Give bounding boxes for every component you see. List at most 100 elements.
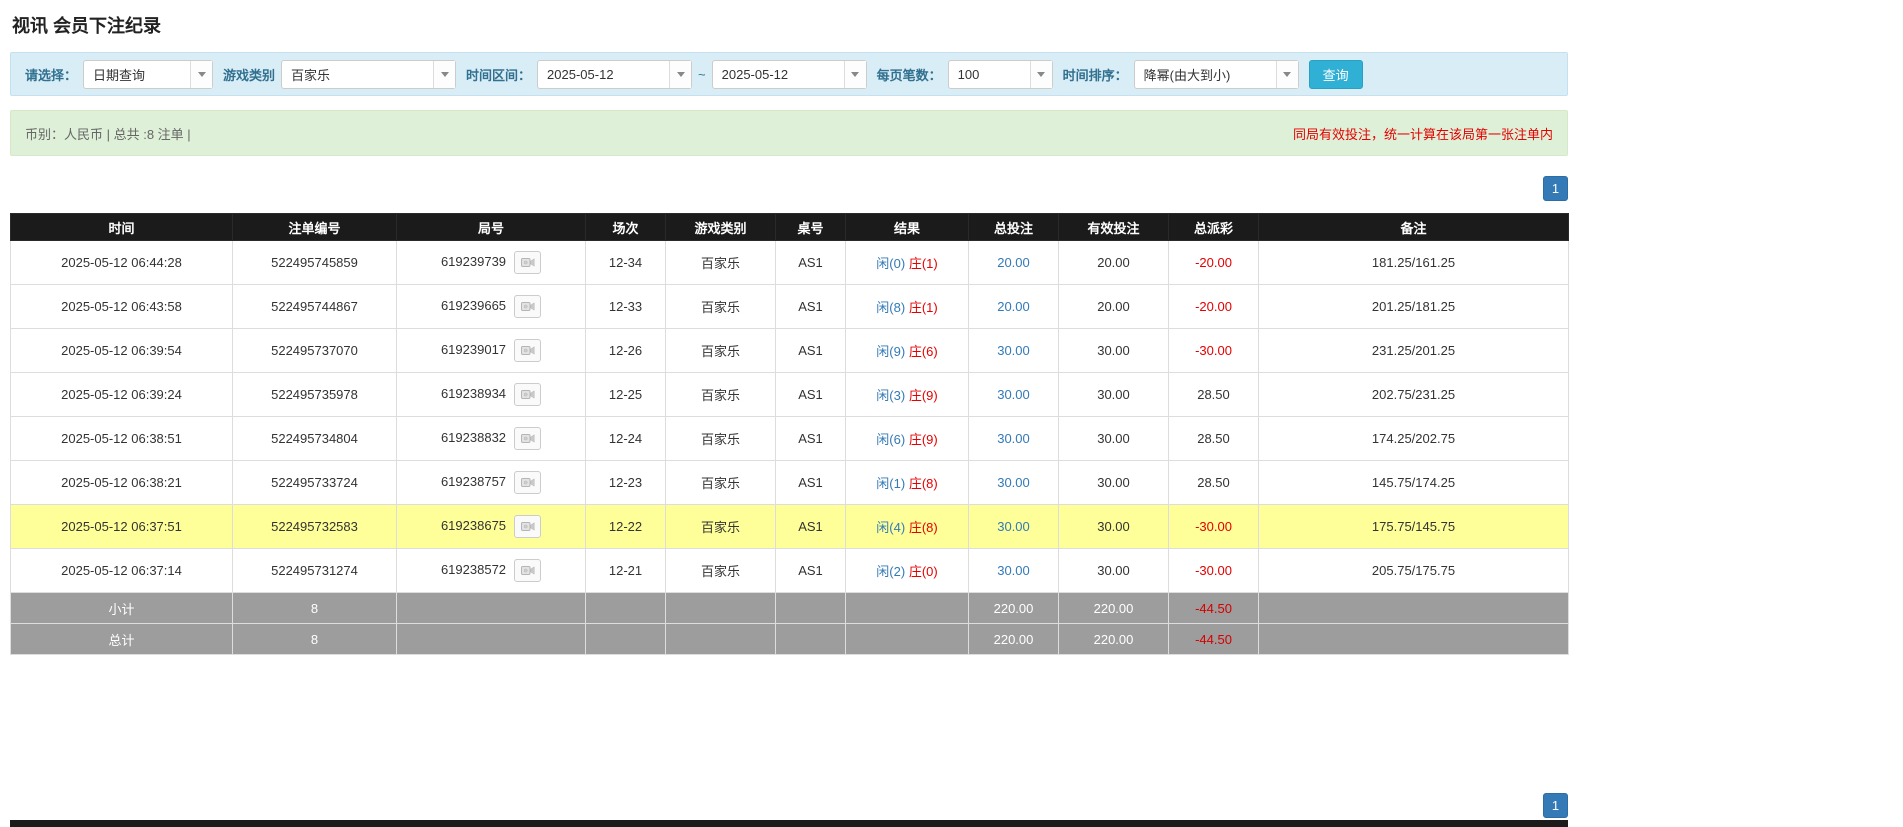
cell-valid-bet: 30.00 <box>1059 329 1169 373</box>
cell-total-bet: 30.00 <box>969 505 1059 549</box>
cell-round-id: 619238757 <box>397 461 586 505</box>
cell-result: 闲(1) 庄(8) <box>846 461 969 505</box>
total-bet-link[interactable]: 20.00 <box>997 299 1030 314</box>
cell-bet-id: 522495734804 <box>233 417 397 461</box>
page-size-value: 100 <box>949 61 1030 88</box>
video-replay-button[interactable] <box>514 295 541 318</box>
cell-session: 12-21 <box>586 549 666 593</box>
cell-result: 闲(9) 庄(6) <box>846 329 969 373</box>
select-type-dropdown[interactable]: 日期查询 <box>83 60 213 89</box>
total-payout: -44.50 <box>1169 624 1259 655</box>
cell-note: 202.75/231.25 <box>1259 373 1569 417</box>
cell-payout: 28.50 <box>1169 461 1259 505</box>
cell-empty <box>397 593 586 624</box>
total-bet-link[interactable]: 30.00 <box>997 519 1030 534</box>
table-header-row: 时间注单编号局号场次游戏类别桌号结果总投注有效投注总派彩备注 <box>11 214 1569 241</box>
cell-table-no: AS1 <box>776 329 846 373</box>
cell-time: 2025-05-12 06:39:24 <box>11 373 233 417</box>
page-button-1-bottom[interactable]: 1 <box>1543 793 1568 818</box>
cell-table-no: AS1 <box>776 285 846 329</box>
column-header: 总派彩 <box>1169 214 1259 241</box>
cell-round-id: 619238675 <box>397 505 586 549</box>
total-bet-link[interactable]: 30.00 <box>997 387 1030 402</box>
video-replay-button[interactable] <box>514 471 541 494</box>
subtotal-count: 8 <box>233 593 397 624</box>
result-banker: 庄(8) <box>909 476 938 491</box>
date-to-value: 2025-05-12 <box>713 61 844 88</box>
cell-table-no: AS1 <box>776 417 846 461</box>
chevron-down-icon[interactable] <box>1276 61 1298 88</box>
cell-total-bet: 30.00 <box>969 417 1059 461</box>
cell-session: 12-24 <box>586 417 666 461</box>
total-label: 总计 <box>11 624 233 655</box>
video-replay-button[interactable] <box>514 515 541 538</box>
column-header: 总投注 <box>969 214 1059 241</box>
table-row: 2025-05-12 06:37:51522495732583619238675… <box>11 505 1569 549</box>
total-row: 总计8220.00220.00-44.50 <box>11 624 1569 655</box>
date-to-dropdown[interactable]: 2025-05-12 <box>712 60 867 89</box>
video-replay-button[interactable] <box>514 251 541 274</box>
filter-group-sort: 时间排序： 降幂(由大到小) <box>1063 60 1299 89</box>
total-bet-link[interactable]: 30.00 <box>997 343 1030 358</box>
cell-table-no: AS1 <box>776 505 846 549</box>
video-camera-icon <box>521 345 535 356</box>
total-bet-link[interactable]: 30.00 <box>997 563 1030 578</box>
page-button-1[interactable]: 1 <box>1543 176 1568 201</box>
result-player: 闲(4) <box>876 520 905 535</box>
second-table-header-bar <box>10 820 1568 827</box>
round-id-text: 619239739 <box>441 254 506 269</box>
cell-payout: -30.00 <box>1169 549 1259 593</box>
pagination-bottom: 1 <box>10 793 1568 818</box>
subtotal-payout: -44.50 <box>1169 593 1259 624</box>
chevron-down-icon[interactable] <box>669 61 691 88</box>
chevron-down-icon[interactable] <box>844 61 866 88</box>
cell-session: 12-25 <box>586 373 666 417</box>
page-size-label: 每页笔数： <box>877 65 942 84</box>
search-button[interactable]: 查询 <box>1309 60 1363 89</box>
cell-bet-id: 522495733724 <box>233 461 397 505</box>
cell-result: 闲(4) 庄(8) <box>846 505 969 549</box>
chevron-down-icon[interactable] <box>190 61 212 88</box>
cell-round-id: 619238572 <box>397 549 586 593</box>
video-replay-button[interactable] <box>514 427 541 450</box>
cell-time: 2025-05-12 06:39:54 <box>11 329 233 373</box>
round-id-text: 619238934 <box>441 386 506 401</box>
round-id-text: 619239665 <box>441 298 506 313</box>
cell-bet-id: 522495735978 <box>233 373 397 417</box>
cell-table-no: AS1 <box>776 549 846 593</box>
cell-empty <box>776 624 846 655</box>
total-bet-link[interactable]: 30.00 <box>997 475 1030 490</box>
total-bet-link[interactable]: 30.00 <box>997 431 1030 446</box>
table-row: 2025-05-12 06:44:28522495745859619239739… <box>11 241 1569 285</box>
cell-game-type: 百家乐 <box>666 461 776 505</box>
cell-payout: 28.50 <box>1169 417 1259 461</box>
page-size-dropdown[interactable]: 100 <box>948 60 1053 89</box>
cell-empty <box>846 624 969 655</box>
video-replay-button[interactable] <box>514 383 541 406</box>
cell-bet-id: 522495737070 <box>233 329 397 373</box>
subtotal-label: 小计 <box>11 593 233 624</box>
game-type-dropdown[interactable]: 百家乐 <box>281 60 456 89</box>
round-id-text: 619239017 <box>441 342 506 357</box>
chevron-down-icon[interactable] <box>433 61 455 88</box>
cell-empty <box>586 593 666 624</box>
video-replay-button[interactable] <box>514 559 541 582</box>
cell-time: 2025-05-12 06:43:58 <box>11 285 233 329</box>
total-bet-link[interactable]: 20.00 <box>997 255 1030 270</box>
result-banker: 庄(9) <box>909 432 938 447</box>
result-player: 闲(1) <box>876 476 905 491</box>
cell-note: 181.25/161.25 <box>1259 241 1569 285</box>
date-from-value: 2025-05-12 <box>538 61 669 88</box>
chevron-down-icon[interactable] <box>1030 61 1052 88</box>
cell-table-no: AS1 <box>776 241 846 285</box>
cell-round-id: 619239739 <box>397 241 586 285</box>
time-sort-dropdown[interactable]: 降幂(由大到小) <box>1134 60 1299 89</box>
table-row: 2025-05-12 06:38:51522495734804619238832… <box>11 417 1569 461</box>
pagination-top: 1 <box>10 176 1568 201</box>
date-from-dropdown[interactable]: 2025-05-12 <box>537 60 692 89</box>
cell-session: 12-26 <box>586 329 666 373</box>
cell-empty <box>776 593 846 624</box>
video-replay-button[interactable] <box>514 339 541 362</box>
result-banker: 庄(0) <box>909 564 938 579</box>
result-banker: 庄(8) <box>909 520 938 535</box>
